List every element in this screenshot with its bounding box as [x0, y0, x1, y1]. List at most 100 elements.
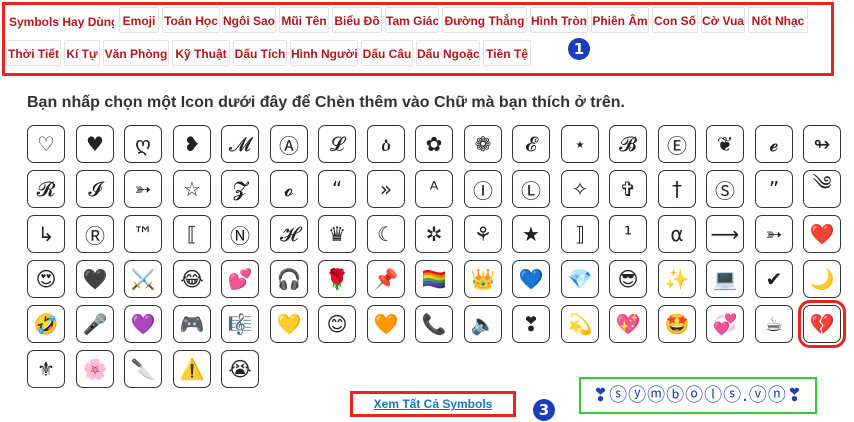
symbol-button-16[interactable]: 𝓮 [755, 125, 793, 163]
symbol-button-79[interactable]: ❣ [512, 305, 550, 343]
symbol-button-24[interactable]: “ [318, 170, 356, 208]
symbol-button-41[interactable]: ♛ [318, 215, 356, 253]
symbol-button-65[interactable]: ✨ [658, 260, 696, 298]
symbol-button-72[interactable]: 🎮 [173, 305, 211, 343]
tab-co-vua[interactable]: Cờ Vua [701, 7, 745, 33]
tab-emoji[interactable]: Emoji [119, 7, 159, 33]
symbol-button-13[interactable]: 𝓑 [609, 125, 647, 163]
symbol-button-68[interactable]: 🌙 [803, 260, 841, 298]
tab-dau-cau[interactable]: Dấu Câu [361, 40, 413, 66]
symbol-button-38[interactable]: ⟦ [173, 215, 211, 253]
symbol-button-78[interactable]: 🔈 [464, 305, 502, 343]
symbol-button-76[interactable]: 🧡 [367, 305, 405, 343]
symbol-button-52[interactable]: 😍 [27, 260, 65, 298]
symbol-button-8[interactable]: ዕ [367, 125, 405, 163]
tab-tien-te[interactable]: Tiền Tệ [483, 40, 531, 66]
tab-ngoi-sao[interactable]: Ngôi Sao [222, 7, 276, 33]
symbol-button-37[interactable]: ™ [124, 215, 162, 253]
tab-duong-thang[interactable]: Đường Thẳng [442, 7, 527, 33]
symbol-button-53[interactable]: 🖤 [76, 260, 114, 298]
symbol-button-51[interactable]: ❤️ [803, 215, 841, 253]
symbol-button-46[interactable]: ⟧ [561, 215, 599, 253]
symbol-button-88[interactable]: 🔪 [124, 350, 162, 388]
symbol-button-14[interactable]: Ⓔ [658, 125, 696, 163]
symbol-button-81[interactable]: 💖 [609, 305, 647, 343]
symbol-button-19[interactable]: 𝓘 [76, 170, 114, 208]
symbol-button-71[interactable]: 💜 [124, 305, 162, 343]
symbol-button-36[interactable]: Ⓡ [76, 215, 114, 253]
symbol-button-54[interactable]: ⚔️ [124, 260, 162, 298]
symbol-button-89[interactable]: ⚠️ [173, 350, 211, 388]
symbol-button-48[interactable]: α [658, 215, 696, 253]
symbol-button-80[interactable]: 💫 [561, 305, 599, 343]
symbol-button-3[interactable]: ღ [124, 125, 162, 163]
symbol-button-69[interactable]: 🤣 [27, 305, 65, 343]
tab-van-phong[interactable]: Văn Phòng [103, 40, 169, 66]
symbol-button-4[interactable]: ❥ [173, 125, 211, 163]
symbol-button-28[interactable]: Ⓛ [512, 170, 550, 208]
symbol-button-67[interactable]: ✔ [755, 260, 793, 298]
symbol-button-57[interactable]: 🎧 [270, 260, 308, 298]
symbol-button-34[interactable]: ༄ [803, 170, 841, 208]
symbol-button-70[interactable]: 🎤 [76, 305, 114, 343]
symbol-button-55[interactable]: 😂 [173, 260, 211, 298]
symbol-button-62[interactable]: 💙 [512, 260, 550, 298]
symbol-button-66[interactable]: 💻 [706, 260, 744, 298]
tab-toan-hoc[interactable]: Toán Học [162, 7, 220, 33]
symbol-button-35[interactable]: ↳ [27, 215, 65, 253]
symbol-button-43[interactable]: ✲ [415, 215, 453, 253]
symbol-button-23[interactable]: 𝓸 [270, 170, 308, 208]
symbol-button-50[interactable]: ➳ [755, 215, 793, 253]
tab-phien-am[interactable]: Phiên Âm [591, 7, 649, 33]
symbol-button-26[interactable]: ᴬ [415, 170, 453, 208]
symbol-button-32[interactable]: Ⓢ [706, 170, 744, 208]
tab-hinh-tron[interactable]: Hình Tròn [530, 7, 588, 33]
tab-con-so[interactable]: Con Số [652, 7, 698, 33]
symbol-button-61[interactable]: 👑 [464, 260, 502, 298]
symbol-button-21[interactable]: ☆ [173, 170, 211, 208]
tab-dau-tich[interactable]: Dấu Tích [233, 40, 287, 66]
symbol-button-47[interactable]: ¹ [609, 215, 647, 253]
symbol-button-90[interactable]: 😭 [221, 350, 259, 388]
symbol-button-6[interactable]: Ⓐ [270, 125, 308, 163]
symbol-button-15[interactable]: ❦ [706, 125, 744, 163]
tab-not-nhac[interactable]: Nốt Nhạc [748, 7, 808, 33]
view-all-symbols-link[interactable]: Xem Tất Cả Symbols [353, 394, 513, 414]
symbol-button-17[interactable]: ↬ [803, 125, 841, 163]
symbol-button-39[interactable]: Ⓝ [221, 215, 259, 253]
symbol-button-2[interactable]: ♥ [76, 125, 114, 163]
symbol-button-11[interactable]: 𝓔 [512, 125, 550, 163]
symbol-button-30[interactable]: ✞ [609, 170, 647, 208]
symbol-button-9[interactable]: ✿ [415, 125, 453, 163]
symbol-button-83[interactable]: 💞 [706, 305, 744, 343]
tab-dau-ngoac[interactable]: Dấu Ngoặc [416, 40, 480, 66]
symbol-button-64[interactable]: 😎 [609, 260, 647, 298]
symbol-button-33[interactable]: ” [755, 170, 793, 208]
tab-hinh-nguoi[interactable]: Hình Người [290, 40, 358, 66]
tab-mui-ten[interactable]: Mũi Tên [279, 7, 329, 33]
symbol-button-25[interactable]: » [367, 170, 405, 208]
symbol-button-29[interactable]: ✧ [561, 170, 599, 208]
symbol-button-77[interactable]: 📞 [415, 305, 453, 343]
symbol-button-85[interactable]: 💔 [798, 300, 846, 348]
symbol-button-44[interactable]: ⚘ [464, 215, 502, 253]
symbol-button-63[interactable]: 💎 [561, 260, 599, 298]
symbol-button-31[interactable]: † [658, 170, 696, 208]
tab-thoi-tiet[interactable]: Thời Tiết [6, 40, 61, 66]
symbol-button-74[interactable]: 💛 [270, 305, 308, 343]
tab-tam-giac[interactable]: Tam Giác [385, 7, 439, 33]
symbol-button-45[interactable]: ★ [512, 215, 550, 253]
symbol-button-10[interactable]: ❁ [464, 125, 502, 163]
tab-bieu-do[interactable]: Biểu Đồ [332, 7, 382, 33]
symbol-button-40[interactable]: 𝓗 [270, 215, 308, 253]
symbol-button-18[interactable]: 𝓡 [27, 170, 65, 208]
symbol-button-60[interactable]: 🏳️‍🌈 [415, 260, 453, 298]
tab-ky-thuat[interactable]: Kỹ Thuật [172, 40, 230, 66]
tab-symbols-hay-dung[interactable]: Symbols Hay Dùng [9, 9, 114, 35]
tab-ki-tu[interactable]: Kí Tự [64, 40, 100, 66]
symbol-button-20[interactable]: ➳ [124, 170, 162, 208]
symbol-button-56[interactable]: 💕 [221, 260, 259, 298]
symbol-button-86[interactable]: ⚜ [27, 350, 65, 388]
view-all-symbols-button[interactable]: Xem Tất Cả Symbols [350, 391, 516, 417]
symbol-button-75[interactable]: 😊 [318, 305, 356, 343]
